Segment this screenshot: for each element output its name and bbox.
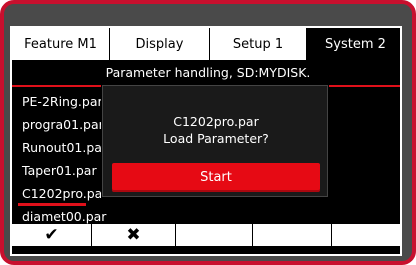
tab-bar: Feature M1 Display Setup 1 System 2 — [12, 28, 400, 60]
tab-system-2[interactable]: System 2 — [307, 28, 400, 60]
softkey-confirm[interactable]: ✔ — [12, 224, 92, 246]
start-button[interactable]: Start — [112, 163, 320, 192]
check-icon: ✔ — [44, 225, 59, 245]
tab-feature-m1[interactable]: Feature M1 — [12, 28, 110, 60]
tab-setup-1[interactable]: Setup 1 — [210, 28, 307, 60]
softkey-empty-5[interactable] — [332, 224, 400, 246]
display-screen: Feature M1 Display Setup 1 System 2 Para… — [10, 26, 402, 256]
cross-icon: ✖ — [126, 225, 141, 245]
softkey-empty-3[interactable] — [176, 224, 253, 246]
softkey-cancel[interactable]: ✖ — [92, 224, 176, 246]
tab-display[interactable]: Display — [110, 28, 210, 60]
dialog-question: Load Parameter? — [163, 131, 269, 146]
softkey-empty-4[interactable] — [253, 224, 332, 246]
page-title: Parameter handling, SD:MYDISK. — [12, 60, 400, 85]
dialog-filename: C1202pro.par — [173, 114, 259, 129]
load-parameter-dialog: C1202pro.par Load Parameter? Start — [102, 85, 328, 197]
softkey-bar: ✔ ✖ — [12, 224, 400, 246]
